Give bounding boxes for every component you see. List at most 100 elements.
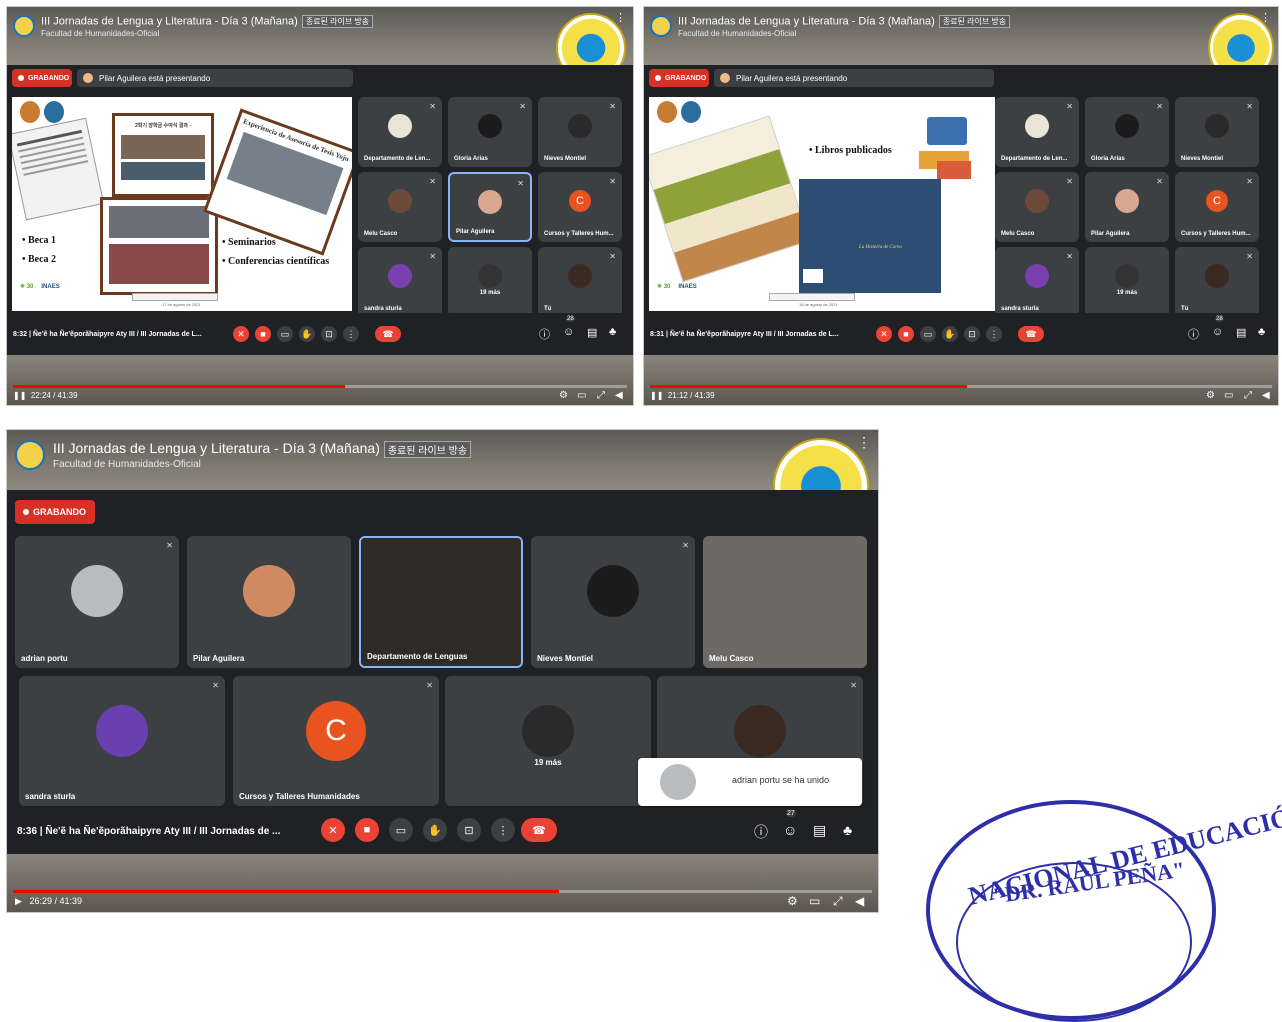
participant-tile[interactable]: ✕ adrian portu <box>15 536 179 668</box>
participant-tile[interactable]: ✕ Pilar Aguilera <box>1085 172 1169 242</box>
participant-name: Melu Casco <box>1001 231 1035 237</box>
meeting-time-and-name: 8:32 | Ñe'ẽ ha Ñe'ẽporãhaipyre Aty III /… <box>13 330 202 338</box>
participant-tile[interactable]: 19 más <box>448 247 532 317</box>
participant-tile[interactable]: ✕ Tú <box>1175 247 1259 317</box>
participant-tile[interactable]: ✕ C Cursos y Talleres Hum... <box>1175 172 1259 242</box>
end-call-icon[interactable]: ☎ <box>1018 326 1044 342</box>
stream-title[interactable]: III Jornadas de Lengua y Literatura - Dí… <box>41 15 374 28</box>
participant-tile[interactable]: ✕ C Cursos y Talleres Hum... <box>538 172 622 242</box>
stream-title[interactable]: III Jornadas de Lengua y Literatura - Dí… <box>678 15 1011 28</box>
settings-icon[interactable]: ⚙ <box>787 894 798 908</box>
people-icon[interactable]: ☺ 28 <box>563 316 575 338</box>
chat-icon[interactable]: ▤ <box>587 326 597 339</box>
settings-icon[interactable]: ⚙ <box>1206 390 1215 401</box>
participant-tile[interactable]: ✕ sandra sturla <box>19 676 225 806</box>
video-progress-bar[interactable] <box>13 890 872 893</box>
participant-tile[interactable]: Pilar Aguilera <box>187 536 351 668</box>
participant-tile[interactable]: ✕ Nieves Montiel <box>538 97 622 167</box>
participant-avatar <box>1205 264 1229 289</box>
participant-tile[interactable]: ✕ Departamento de Len... <box>358 97 442 167</box>
participant-tile[interactable]: ✕ C Cursos y Talleres Humanidades <box>233 676 439 806</box>
camera-off-icon[interactable]: ■ <box>898 326 914 342</box>
info-icon[interactable]: ⓘ <box>754 822 768 842</box>
participant-tile[interactable]: ✕ Pilar Aguilera <box>448 172 532 242</box>
pause-icon[interactable]: ❚❚ <box>13 391 26 400</box>
camera-off-icon[interactable]: ■ <box>255 326 271 342</box>
participant-name: Tú <box>544 306 552 312</box>
participant-avatar <box>388 264 412 289</box>
people-count: 28 <box>566 316 575 322</box>
participant-name: adrian portu <box>21 654 68 663</box>
channel-avatar[interactable] <box>13 15 35 37</box>
video-progress-bar[interactable] <box>13 385 627 388</box>
channel-name[interactable]: Facultad de Humanidades-Oficial <box>41 29 159 38</box>
volume-icon[interactable]: ◀ <box>855 894 864 908</box>
present-icon[interactable]: ⊡ <box>964 326 980 342</box>
channel-name[interactable]: Facultad de Humanidades-Oficial <box>678 29 796 38</box>
mic-off-icon: ✕ <box>1066 102 1073 111</box>
participant-tile[interactable]: ✕ Tú <box>538 247 622 317</box>
end-call-icon[interactable]: ☎ <box>375 326 401 342</box>
more-options-icon[interactable]: ⋮ <box>343 326 359 342</box>
mic-off-icon[interactable]: ✕ <box>876 326 892 342</box>
video-progress-bar[interactable] <box>650 385 1272 388</box>
volume-icon[interactable]: ◀ <box>1262 390 1270 401</box>
stream-title[interactable]: III Jornadas de Lengua y Literatura - Dí… <box>53 440 472 458</box>
settings-icon[interactable]: ⚙ <box>559 390 568 401</box>
more-options-icon[interactable]: ⋮ <box>615 11 626 24</box>
activities-icon[interactable]: ♣ <box>609 326 616 338</box>
institution-stamp: NACIONAL DE EDUCACIÓN "DR. RAÚL PEÑA" <box>926 798 1282 1022</box>
channel-avatar[interactable] <box>15 440 45 470</box>
participant-tile[interactable]: Melu Casco <box>703 536 867 668</box>
play-icon[interactable]: ▶ <box>15 896 22 906</box>
logo-left-icon <box>657 101 677 123</box>
fullscreen-icon[interactable]: ⤢ <box>597 390 605 401</box>
people-icon[interactable]: ☺ 28 <box>1212 316 1224 338</box>
raise-hand-icon[interactable]: ✋ <box>299 326 315 342</box>
participant-tile[interactable]: Departamento de Lenguas <box>359 536 523 668</box>
people-icon[interactable]: ☺ 27 <box>783 810 797 838</box>
participant-tile[interactable]: 19 más <box>445 676 651 806</box>
present-icon[interactable]: ⊡ <box>457 818 481 842</box>
mic-off-icon[interactable]: ✕ <box>233 326 249 342</box>
pause-icon[interactable]: ❚❚ <box>650 391 663 400</box>
raise-hand-icon[interactable]: ✋ <box>942 326 958 342</box>
info-icon[interactable]: ⓘ <box>1188 326 1199 342</box>
activities-icon[interactable]: ♣ <box>1258 326 1265 338</box>
present-icon[interactable]: ⊡ <box>321 326 337 342</box>
participant-tile[interactable]: ✕ Departamento de Len... <box>995 97 1079 167</box>
participant-tile[interactable]: 19 más <box>1085 247 1169 317</box>
volume-icon[interactable]: ◀ <box>615 390 623 401</box>
channel-avatar[interactable] <box>650 15 672 37</box>
joiner-avatar <box>660 764 696 800</box>
participant-tile[interactable]: ✕ sandra sturla <box>995 247 1079 317</box>
participant-tile[interactable]: ✕ Melu Casco <box>358 172 442 242</box>
record-dot-icon <box>18 75 24 81</box>
miniplayer-icon[interactable]: ▭ <box>577 390 586 401</box>
captions-icon[interactable]: ▭ <box>277 326 293 342</box>
chat-icon[interactable]: ▤ <box>1236 326 1246 339</box>
activities-icon[interactable]: ♣ <box>843 822 852 838</box>
participant-tile[interactable]: ✕ sandra sturla <box>358 247 442 317</box>
more-options-icon[interactable]: ⋮ <box>986 326 1002 342</box>
participant-tile[interactable]: ✕ Melu Casco <box>995 172 1079 242</box>
camera-off-icon[interactable]: ■ <box>355 818 379 842</box>
participant-tile[interactable]: ✕ Nieves Montiel <box>1175 97 1259 167</box>
chat-icon[interactable]: ▤ <box>813 822 826 839</box>
participant-tile[interactable]: ✕ Nieves Montiel <box>531 536 695 668</box>
fullscreen-icon[interactable]: ⤢ <box>833 894 843 909</box>
more-options-icon[interactable]: ⋮ <box>491 818 515 842</box>
captions-icon[interactable]: ▭ <box>389 818 413 842</box>
mic-off-icon[interactable]: ✕ <box>321 818 345 842</box>
channel-name[interactable]: Facultad de Humanidades-Oficial <box>53 459 201 470</box>
end-call-icon[interactable]: ☎ <box>521 818 557 842</box>
more-options-icon[interactable]: ⋮ <box>857 434 871 451</box>
participant-tile[interactable]: ✕ Gloria Arias <box>448 97 532 167</box>
fullscreen-icon[interactable]: ⤢ <box>1244 390 1252 401</box>
miniplayer-icon[interactable]: ▭ <box>809 894 820 908</box>
info-icon[interactable]: ⓘ <box>539 326 550 342</box>
raise-hand-icon[interactable]: ✋ <box>423 818 447 842</box>
captions-icon[interactable]: ▭ <box>920 326 936 342</box>
participant-tile[interactable]: ✕ Gloria Arias <box>1085 97 1169 167</box>
miniplayer-icon[interactable]: ▭ <box>1224 390 1233 401</box>
